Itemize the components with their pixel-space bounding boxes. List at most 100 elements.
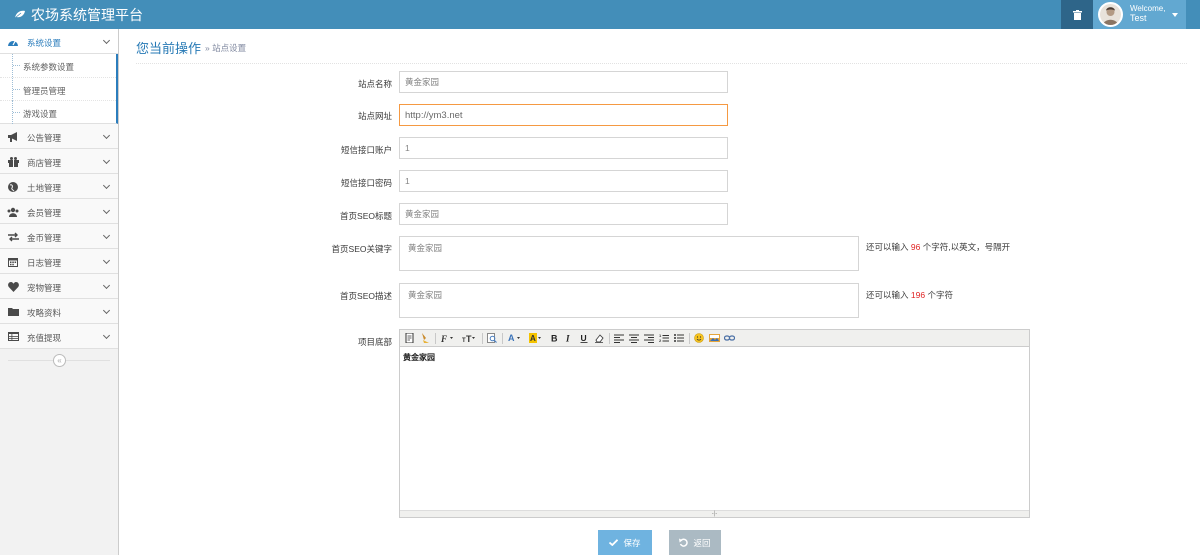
site-url-input[interactable] [399, 104, 728, 126]
site-name-input[interactable] [399, 71, 728, 93]
trash-button[interactable] [1061, 0, 1093, 29]
site-name-label: 站点名称 [357, 79, 392, 89]
remaining-count: 196 [910, 290, 926, 300]
font-family-icon[interactable]: F [439, 332, 457, 344]
sidebar-item-members[interactable]: 会员管理 [0, 199, 118, 224]
sidebar-item-coins[interactable]: 金币管理 [0, 224, 118, 249]
footer-label: 项目底部 [357, 337, 392, 347]
editor-toolbar: F TT A A B I U 12 [400, 330, 1029, 347]
svg-text:T: T [466, 334, 472, 343]
font-color-icon[interactable]: A [506, 332, 524, 344]
caret-down-icon [1172, 13, 1178, 17]
collapse-sidebar-button[interactable]: « [53, 354, 66, 367]
eraser-icon[interactable] [593, 332, 605, 344]
check-icon [609, 539, 619, 546]
underline-icon[interactable]: U [578, 332, 590, 344]
link-icon[interactable] [723, 332, 735, 344]
sidebar-item-label: 土地管理 [27, 183, 62, 193]
sidebar-item-land[interactable]: 土地管理 [0, 174, 118, 199]
dashboard-icon [7, 36, 19, 47]
editor-content[interactable]: 黄金家园 [400, 347, 1029, 368]
bullhorn-icon [7, 131, 19, 142]
user-menu[interactable]: Welcome, Test [1093, 0, 1186, 29]
sidebar-collapse-row: « [0, 349, 118, 371]
svg-text:A: A [530, 334, 536, 343]
breadcrumb: » 站点设置 [205, 43, 247, 53]
chevron-down-icon [102, 156, 111, 165]
seo-description-textarea[interactable]: 黄金家园 [399, 283, 859, 318]
image-icon[interactable] [708, 332, 720, 344]
svg-text:I: I [565, 334, 570, 344]
remaining-count: 96 [910, 242, 921, 252]
sidebar-item-announcements[interactable]: 公告管理 [0, 124, 118, 149]
leaf-icon [14, 10, 25, 19]
sidebar-item-label: 公告管理 [27, 133, 62, 143]
svg-text:A: A [508, 333, 515, 343]
bold-icon[interactable]: B [548, 332, 560, 344]
align-right-icon[interactable] [643, 332, 655, 344]
preview-icon[interactable] [486, 332, 498, 344]
seo-title-label: 首页SEO标题 [340, 211, 392, 221]
align-left-icon[interactable] [613, 332, 625, 344]
list-icon [7, 331, 19, 342]
align-center-icon[interactable] [628, 332, 640, 344]
exchange-icon [7, 231, 19, 242]
chevron-down-icon [102, 281, 111, 290]
sidebar-item-label: 金币管理 [27, 233, 62, 243]
highlight-color-icon[interactable]: A [527, 332, 545, 344]
sidebar-item-recharge[interactable]: 充值提现 [0, 324, 118, 349]
welcome-text: Welcome, [1130, 4, 1166, 13]
clear-format-icon[interactable] [419, 332, 431, 344]
submenu-system-settings: 系统参数设置 管理员管理 游戏设置 [0, 54, 118, 124]
brand[interactable]: 农场系统管理平台 [14, 0, 143, 29]
emoticon-icon[interactable] [693, 332, 705, 344]
sms-account-input[interactable] [399, 137, 728, 159]
seo-title-input[interactable] [399, 203, 728, 225]
seo-keywords-hint: 还可以输入 96 个字符,以英文，号隔开 [866, 242, 1011, 252]
sidebar-item-logs[interactable]: 日志管理 [0, 249, 118, 274]
ordered-list-icon[interactable]: 12 [658, 332, 670, 344]
rich-text-editor: F TT A A B I U 12 黄金家园 -|- [399, 329, 1030, 518]
sidebar-item-label: 系统设置 [27, 38, 62, 48]
sidebar-item-label: 日志管理 [27, 258, 62, 268]
sidebar-item-guides[interactable]: 攻略资料 [0, 299, 118, 324]
font-size-icon[interactable]: TT [460, 332, 478, 344]
editor-resize-handle[interactable]: -|- [400, 510, 1029, 517]
sidebar-item-pets[interactable]: 宠物管理 [0, 274, 118, 299]
sidebar-subitem-admin-management[interactable]: 管理员管理 [0, 77, 116, 101]
svg-text:U: U [581, 333, 587, 343]
seo-keywords-label: 首页SEO关键字 [331, 244, 392, 254]
seo-description-hint: 还可以输入 196 个字符 [866, 290, 953, 300]
chevron-down-icon [102, 331, 111, 340]
unordered-list-icon[interactable] [673, 332, 685, 344]
globe-icon [7, 181, 19, 192]
sms-password-label: 短信接口密码 [340, 178, 392, 188]
subitem-label: 系统参数设置 [23, 62, 75, 72]
source-icon[interactable] [404, 332, 416, 344]
svg-text:2: 2 [659, 338, 662, 343]
top-navbar: 农场系统管理平台 Welcome, Test [0, 0, 1200, 29]
svg-text:F: F [441, 334, 447, 343]
back-button[interactable]: 返回 [669, 530, 721, 555]
seo-keywords-textarea[interactable]: 黄金家园 [399, 236, 859, 271]
folder-icon [7, 306, 19, 317]
avatar [1098, 2, 1123, 27]
sidebar-item-shop[interactable]: 商店管理 [0, 149, 118, 174]
sidebar-item-system-settings[interactable]: 系统设置 [0, 29, 118, 54]
chevron-down-icon [102, 306, 111, 315]
sidebar-item-label: 攻略资料 [27, 308, 62, 318]
italic-icon[interactable]: I [563, 332, 575, 344]
sidebar-item-label: 宠物管理 [27, 283, 62, 293]
sidebar: 系统设置 系统参数设置 管理员管理 游戏设置 公告管理 商店管理 土地管理 会员… [0, 29, 119, 555]
chevron-down-icon [102, 36, 111, 45]
undo-icon [679, 538, 689, 547]
sms-password-input[interactable] [399, 170, 728, 192]
chevron-down-icon [102, 206, 111, 215]
sidebar-subitem-game-settings[interactable]: 游戏设置 [0, 100, 116, 124]
chevron-down-icon [102, 256, 111, 265]
sidebar-subitem-system-params[interactable]: 系统参数设置 [0, 54, 116, 77]
user-name: Test [1130, 13, 1147, 23]
trash-icon [1072, 9, 1082, 20]
save-button[interactable]: 保存 [598, 530, 652, 555]
svg-text:B: B [551, 334, 558, 344]
